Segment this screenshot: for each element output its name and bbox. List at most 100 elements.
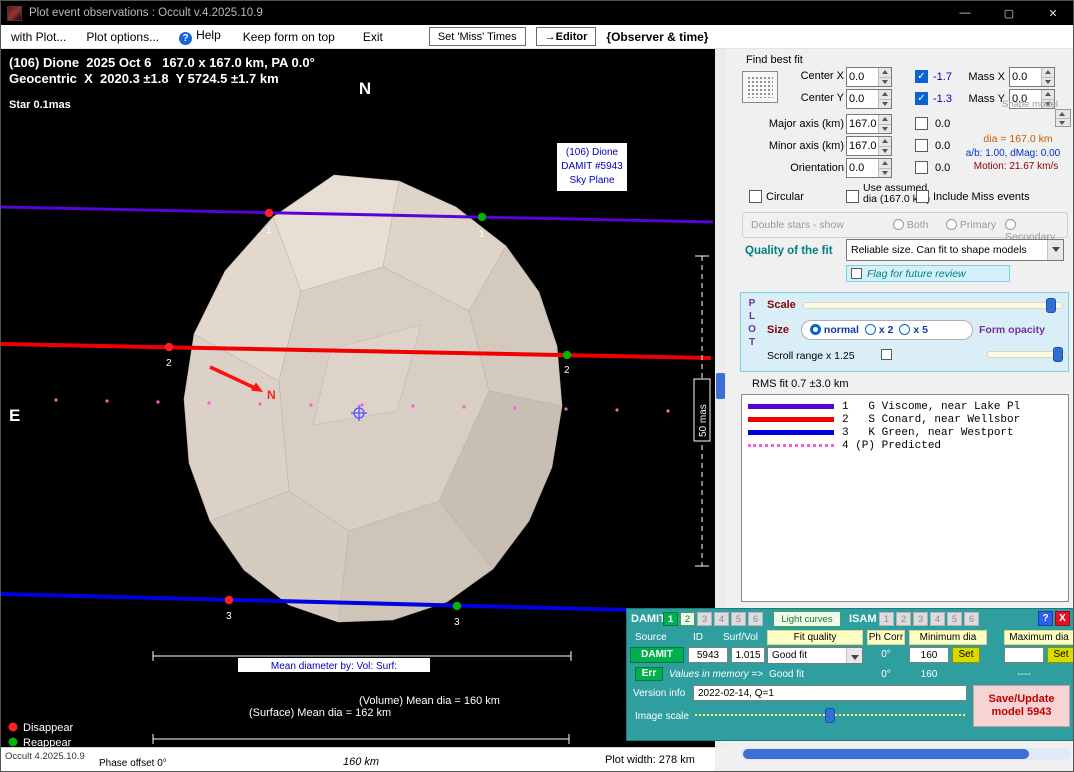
isam-tab-5[interactable]: 5 (947, 612, 962, 626)
damit-tab-2[interactable]: 2 (680, 612, 695, 626)
spin-down-icon[interactable] (879, 169, 891, 178)
major-axis-input[interactable] (847, 115, 878, 133)
double-stars-primary-radio[interactable]: Primary (946, 219, 996, 231)
damit-close-button[interactable]: X (1055, 611, 1070, 626)
isam-tab-6[interactable]: 6 (964, 612, 979, 626)
save-update-model-button[interactable]: Save/Update model 5943 (973, 685, 1070, 727)
scale-slider-track[interactable] (803, 302, 1063, 309)
damit-tab-1[interactable]: 1 (663, 612, 678, 626)
minimum-dia-input[interactable] (910, 648, 948, 662)
damit-tab-3[interactable]: 3 (697, 612, 712, 626)
chord-list-item[interactable]: 4 (P) Predicted (742, 439, 1068, 452)
image-scale-slider-thumb[interactable] (825, 708, 835, 723)
center-x-spinner[interactable] (846, 67, 892, 87)
model-id-field[interactable] (688, 647, 728, 663)
model-id-input[interactable] (689, 648, 727, 662)
center-y-fit-checkbox[interactable]: ✓ (915, 92, 928, 105)
form-opacity-slider[interactable] (987, 347, 1065, 362)
find-best-fit-button[interactable] (742, 71, 778, 103)
surfvol-input[interactable] (732, 648, 764, 662)
damit-tab-5[interactable]: 5 (731, 612, 746, 626)
orientation-spinner[interactable] (846, 158, 892, 178)
chord-list-item[interactable]: 2 S Conard, near Wellsbor (742, 413, 1068, 426)
minor-axis-input[interactable] (847, 137, 878, 155)
combo-arrow-icon[interactable] (1047, 240, 1063, 260)
orientation-fit-checkbox[interactable] (915, 161, 928, 174)
observer-time-label[interactable]: {Observer & time} (606, 30, 708, 44)
spin-down-icon[interactable] (879, 78, 891, 87)
size-x5-radio[interactable]: x 5 (899, 324, 928, 336)
maximum-dia-field[interactable] (1004, 647, 1044, 663)
damit-tab-4[interactable]: 4 (714, 612, 729, 626)
menu-plot-options[interactable]: Plot options... (86, 30, 159, 44)
mass-x-input[interactable] (1010, 68, 1041, 86)
combo-arrow-icon[interactable] (846, 648, 862, 663)
light-curves-button[interactable]: Light curves (773, 611, 841, 627)
isam-tab-1[interactable]: 1 (879, 612, 894, 626)
size-x2-radio[interactable]: x 2 (865, 324, 894, 336)
major-axis-spin-buttons[interactable] (878, 115, 891, 133)
menu-with-plot[interactable]: with Plot... (11, 30, 66, 44)
version-info-input[interactable] (694, 686, 966, 700)
center-x-spin-buttons[interactable] (878, 68, 891, 86)
spin-down-icon[interactable] (1042, 78, 1054, 87)
set-miss-times-button[interactable]: Set 'Miss' Times (429, 27, 526, 46)
flag-review-checkbox[interactable] (851, 268, 862, 279)
shape-model-spinner[interactable] (1055, 109, 1071, 127)
quality-of-fit-combo[interactable]: Reliable size. Can fit to shape models (846, 239, 1064, 261)
maximize-icon[interactable]: ▢ (987, 1, 1031, 25)
isam-tab-3[interactable]: 3 (913, 612, 928, 626)
spin-up-icon[interactable] (879, 115, 891, 125)
chord-list-item[interactable]: 1 G Viscome, near Lake Pl (742, 400, 1068, 413)
mass-x-spin-buttons[interactable] (1041, 68, 1054, 86)
damit-help-button[interactable]: ? (1038, 611, 1053, 626)
editor-button[interactable]: →Editor (536, 27, 597, 46)
spin-up-icon[interactable] (879, 159, 891, 169)
set-maximum-dia-button[interactable]: Set (1047, 647, 1074, 663)
size-normal-radio[interactable]: normal (810, 324, 859, 336)
major-axis-fit-checkbox[interactable] (915, 117, 928, 130)
damit-source-button[interactable]: DAMIT (630, 647, 684, 663)
scroll-range-checkbox[interactable] (881, 349, 892, 360)
circular-checkbox[interactable] (749, 190, 762, 203)
center-y-input[interactable] (847, 90, 878, 108)
spin-down-icon[interactable] (879, 100, 891, 109)
form-opacity-slider-thumb[interactable] (1053, 347, 1063, 362)
chord-list-item[interactable]: 3 K Green, near Westport (742, 426, 1068, 439)
spin-down-icon[interactable] (1056, 119, 1070, 127)
center-x-input[interactable] (847, 68, 878, 86)
menu-exit[interactable]: Exit (363, 30, 383, 44)
orientation-spin-buttons[interactable] (878, 159, 891, 177)
spin-up-icon[interactable] (879, 137, 891, 147)
surfvol-field[interactable] (731, 647, 765, 663)
spin-up-icon[interactable] (879, 90, 891, 100)
version-info-field[interactable] (693, 685, 967, 701)
major-axis-spinner[interactable] (846, 114, 892, 134)
minimum-dia-field[interactable] (909, 647, 949, 663)
center-x-fit-checkbox[interactable]: ✓ (915, 70, 928, 83)
scale-slider[interactable] (803, 298, 1063, 313)
minor-axis-spin-buttons[interactable] (878, 137, 891, 155)
spin-down-icon[interactable] (879, 125, 891, 134)
spin-up-icon[interactable] (879, 68, 891, 78)
use-assumed-dia-checkbox[interactable] (846, 190, 859, 203)
image-scale-slider[interactable] (693, 708, 967, 723)
include-miss-events-checkbox[interactable] (916, 190, 929, 203)
scale-slider-thumb[interactable] (1046, 298, 1056, 313)
err-button[interactable]: Err (635, 667, 663, 681)
maximum-dia-input[interactable] (1005, 648, 1043, 662)
isam-tab-2[interactable]: 2 (896, 612, 911, 626)
menu-keep-form-on-top[interactable]: Keep form on top (243, 30, 335, 44)
plot-vertical-scrollbar-thumb[interactable] (716, 373, 725, 399)
minor-axis-fit-checkbox[interactable] (915, 139, 928, 152)
isam-tab-4[interactable]: 4 (930, 612, 945, 626)
spin-up-icon[interactable] (1042, 68, 1054, 78)
center-y-spin-buttons[interactable] (878, 90, 891, 108)
orientation-input[interactable] (847, 159, 878, 177)
center-y-spinner[interactable] (846, 89, 892, 109)
spin-up-icon[interactable] (1056, 110, 1070, 119)
damit-tab-6[interactable]: 6 (748, 612, 763, 626)
sky-plane-plot[interactable]: 1 1 2 2 3 3 N (1, 49, 715, 747)
spin-down-icon[interactable] (879, 147, 891, 156)
plot-width-scrollbar-thumb[interactable] (743, 749, 1029, 759)
